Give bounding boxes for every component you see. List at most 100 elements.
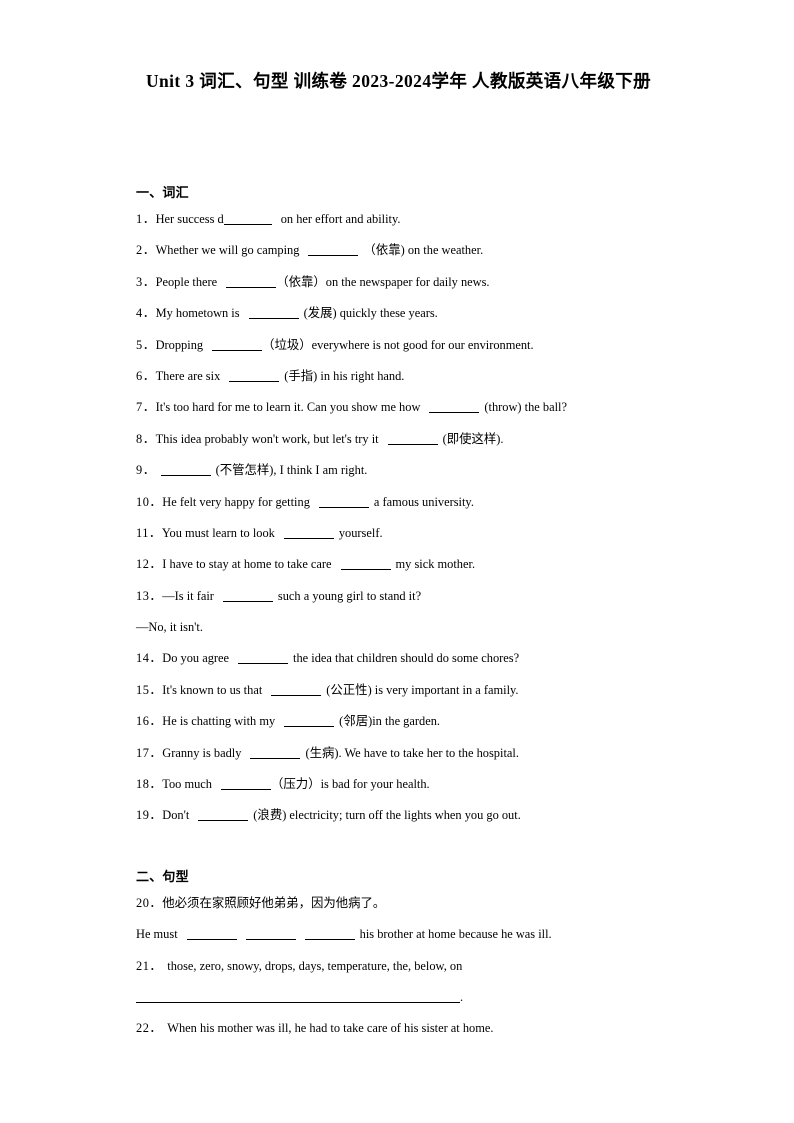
question-text-after: the idea that children should do some ch…	[293, 651, 520, 666]
question-number: 19．	[136, 808, 163, 823]
question-number: 9．	[136, 463, 156, 478]
question-text-before: Don't	[162, 808, 190, 823]
question-number: 2．	[136, 243, 156, 258]
question-number: 22．	[136, 1020, 163, 1035]
answer-blank[interactable]	[212, 349, 263, 351]
question-text-after: (手指) in his right hand.	[284, 368, 405, 383]
question-text-after: my sick mother.	[395, 557, 476, 572]
question-item-22: 22． When his mother was ill, he had to ta…	[136, 1020, 666, 1036]
question-item-12: 12．I have to stay at home to take care my…	[136, 556, 666, 572]
question-text-before: It's too hard for me to learn it. Can yo…	[155, 400, 421, 415]
page-title: Unit 3 词汇、句型 训练卷 2023-2024学年 人教版英语八年级下册	[145, 71, 652, 91]
question-text-before: He felt very happy for getting	[162, 494, 310, 509]
question-item-11: 11．You must learn to look yourself.	[136, 525, 666, 541]
question-number: 13．	[136, 588, 163, 603]
answer-blank[interactable]	[248, 318, 299, 320]
answer-blank[interactable]	[271, 694, 322, 696]
question-item-13-continuation: —No, it isn't.	[136, 620, 203, 635]
question-number: 15．	[136, 682, 163, 697]
question-text-before: Granny is badly	[162, 745, 242, 760]
question-text-after: (生病). We have to take her to the hospita…	[305, 745, 519, 760]
question-text-after: (不管怎样), I think I am right.	[215, 463, 368, 478]
question-text-before: You must learn to look	[161, 525, 275, 540]
answer-blank[interactable]	[222, 600, 273, 602]
question-text-before: It's known to us that	[162, 682, 263, 697]
question-item-13: 13．—Is it fair such a young girl to stand…	[136, 588, 666, 604]
question-item-4: 4．My hometown is (发展) quickly these years…	[136, 305, 666, 321]
answer-blank[interactable]	[221, 789, 272, 791]
answer-blank[interactable]	[229, 380, 280, 382]
question-text-after: (邻居)in the garden.	[339, 714, 440, 729]
answer-blank[interactable]	[245, 939, 296, 941]
answer-blank[interactable]	[160, 475, 211, 477]
section-heading-vocabulary: 一、词汇	[136, 185, 189, 200]
question-item-2: 2．Whether we will go camping （依靠) on the …	[136, 242, 666, 258]
answer-blank[interactable]	[429, 412, 480, 414]
question-text-after: such a young girl to stand it?	[277, 588, 422, 603]
question-number: 5．	[136, 337, 156, 352]
question-text-after: (浪费) electricity; turn off the lights wh…	[253, 808, 521, 823]
answer-blank[interactable]	[226, 286, 277, 288]
answer-blank[interactable]	[308, 255, 359, 257]
answer-blank[interactable]	[223, 224, 272, 225]
question-text-after: (即使这样).	[442, 431, 504, 446]
section-heading-sentence-patterns: 二、句型	[136, 868, 189, 884]
question-item-17: 17．Granny is badly (生病). We have to take …	[136, 745, 666, 761]
question-text-after: yourself.	[338, 525, 383, 540]
question-text-before: I have to stay at home to take care	[162, 557, 332, 572]
question-item-8: 8．This idea probably won't work, but let…	[136, 431, 666, 447]
question-text-after: （依靠) on the weather.	[363, 243, 484, 258]
question-number: 10．	[136, 494, 163, 509]
answer-blank[interactable]	[283, 537, 334, 539]
question-text-after: on her effort and ability.	[280, 212, 401, 226]
question-number: 8．	[136, 431, 156, 446]
answer-blank[interactable]	[186, 939, 237, 941]
question-text-before: He is chatting with my	[162, 714, 276, 729]
question-item-19: 19．Don't (浪费) electricity; turn off the l…	[136, 807, 666, 823]
question-number: 3．	[136, 274, 156, 289]
question-item-1: 1．Her success d on her effort and ability…	[136, 211, 666, 227]
answer-blank[interactable]	[250, 757, 301, 759]
question-text-before: Whether we will go camping	[155, 243, 300, 258]
question-item-10: 10．He felt very happy for getting a famou…	[136, 494, 666, 510]
question-text-after: （依靠）on the newspaper for daily news.	[276, 274, 490, 289]
answer-blank[interactable]	[284, 726, 335, 728]
question-text-before: There are six	[155, 368, 221, 383]
question-number: 7．	[136, 400, 156, 415]
question-text-before: —Is it fair	[162, 588, 214, 603]
question-item-5: 5．Dropping （垃圾）everywhere is not good for…	[136, 337, 666, 353]
question-item-6: 6．There are six (手指) in his right hand.	[136, 368, 666, 384]
answer-blank[interactable]	[238, 663, 289, 665]
question-text-after: (发展) quickly these years.	[303, 306, 438, 321]
question-number: 4．	[136, 306, 156, 321]
question-number: 6．	[136, 368, 156, 383]
question-number: 21．	[136, 958, 163, 973]
question-text-before: Too much	[162, 777, 213, 792]
question-text-before: 他必须在家照顾好他弟弟，因为他病了。	[162, 895, 386, 910]
question-item-18: 18．Too much （压力）is bad for your health.	[136, 776, 666, 792]
question-text-before: Dropping	[155, 337, 204, 352]
question-text-before: those, zero, snowy, drops, days, tempera…	[167, 958, 463, 973]
answer-blank-long[interactable]	[136, 1001, 460, 1003]
question-item-21: 21． those, zero, snowy, drops, days, temp…	[136, 958, 666, 974]
answer-blank[interactable]	[198, 820, 249, 822]
question-item-20: 20．他必须在家照顾好他弟弟，因为他病了。	[136, 895, 666, 911]
answer-blank[interactable]	[304, 939, 355, 941]
question-text-after: (throw) the ball?	[484, 400, 567, 415]
question-number: 1．	[136, 212, 156, 226]
answer-blank[interactable]	[387, 443, 438, 445]
question-number: 17．	[136, 745, 163, 760]
question-text-before: Her success d	[155, 212, 224, 226]
question-item-16: 16．He is chatting with my (邻居)in the gard…	[136, 713, 666, 729]
question-text-after: (公正性) is very important in a family.	[326, 682, 519, 697]
question-text-before: People there	[155, 274, 218, 289]
answer-blank[interactable]	[340, 569, 391, 571]
question-number: 16．	[136, 714, 163, 729]
answer-blank[interactable]	[318, 506, 369, 508]
question-item-7: 7．It's too hard for me to learn it. Can …	[136, 399, 666, 415]
question-item-3: 3．People there （依靠）on the newspaper for d…	[136, 274, 666, 290]
question-number: 11．	[136, 525, 162, 540]
question-item-21-answer-line: .	[136, 989, 666, 1005]
question-text-after: his brother at home because he was ill.	[359, 927, 552, 942]
